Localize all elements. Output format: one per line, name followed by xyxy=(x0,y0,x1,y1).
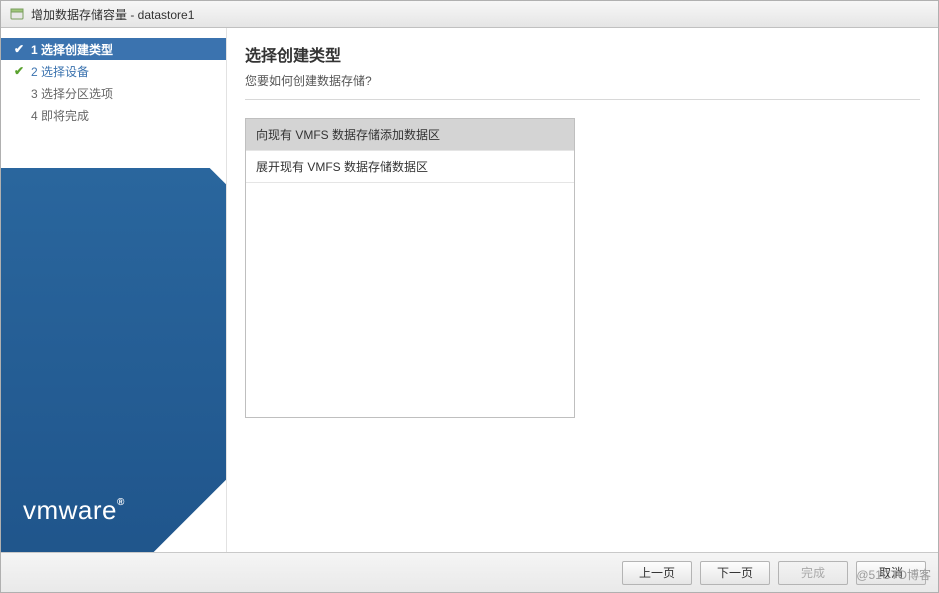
page-title: 选择创建类型 xyxy=(245,42,920,66)
prev-button[interactable]: 上一页 xyxy=(622,561,692,585)
step-ready-to-complete[interactable]: ✔ 4 即将完成 xyxy=(1,104,226,126)
wizard-body: ✔ 1 选择创建类型 ✔ 2 选择设备 ✔ 3 选择分区选项 ✔ 4 即将完成 xyxy=(1,28,938,552)
wizard-window: 增加数据存储容量 - datastore1 ✔ 1 选择创建类型 ✔ 2 选择设… xyxy=(0,0,939,593)
step-select-device[interactable]: ✔ 2 选择设备 xyxy=(1,60,226,82)
step-select-partition[interactable]: ✔ 3 选择分区选项 xyxy=(1,82,226,104)
step-select-creation-type[interactable]: ✔ 1 选择创建类型 xyxy=(1,38,226,60)
creation-type-list: 向现有 VMFS 数据存储添加数据区 展开现有 VMFS 数据存储数据区 xyxy=(245,118,575,418)
cancel-button[interactable]: 取消 xyxy=(856,561,926,585)
check-icon: ✔ xyxy=(11,42,27,56)
wizard-main: 选择创建类型 您要如何创建数据存储? 向现有 VMFS 数据存储添加数据区 展开… xyxy=(227,28,938,552)
datastore-icon xyxy=(9,6,25,22)
window-title: 增加数据存储容量 - datastore1 xyxy=(31,6,194,23)
divider xyxy=(245,99,920,100)
vmware-logo: vmware® xyxy=(23,495,125,526)
wizard-footer: 上一页 下一页 完成 取消 xyxy=(1,552,938,592)
wizard-sidebar: ✔ 1 选择创建类型 ✔ 2 选择设备 ✔ 3 选择分区选项 ✔ 4 即将完成 xyxy=(1,28,227,552)
page-subtitle: 您要如何创建数据存储? xyxy=(245,72,920,89)
titlebar: 增加数据存储容量 - datastore1 xyxy=(1,1,938,28)
check-icon: ✔ xyxy=(11,64,27,78)
option-add-extent[interactable]: 向现有 VMFS 数据存储添加数据区 xyxy=(246,119,574,151)
step-list: ✔ 1 选择创建类型 ✔ 2 选择设备 ✔ 3 选择分区选项 ✔ 4 即将完成 xyxy=(1,28,226,126)
option-expand-extent[interactable]: 展开现有 VMFS 数据存储数据区 xyxy=(246,151,574,183)
next-button[interactable]: 下一页 xyxy=(700,561,770,585)
finish-button: 完成 xyxy=(778,561,848,585)
